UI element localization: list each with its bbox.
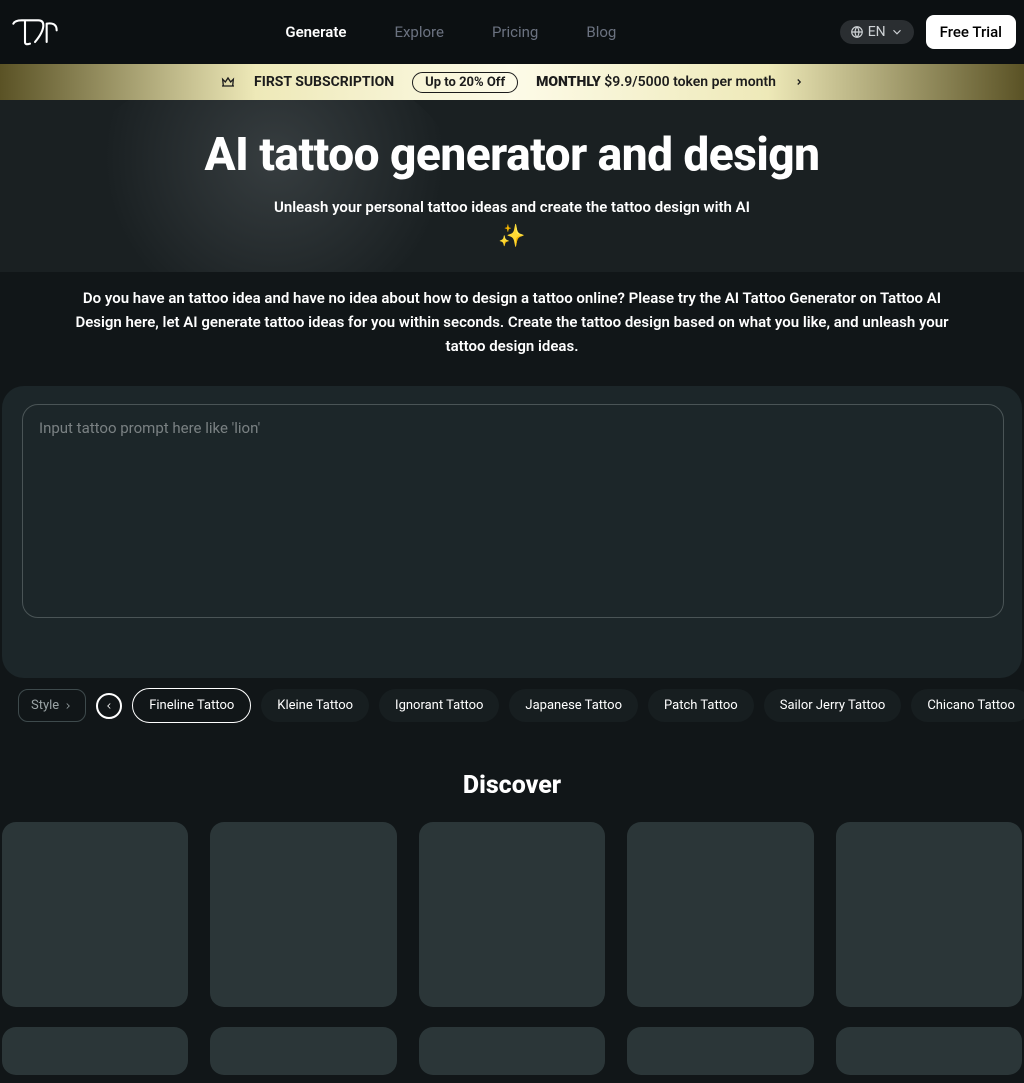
prompt-input[interactable] <box>39 419 987 599</box>
style-filter-label: Style <box>31 698 59 713</box>
style-chip-sailor-jerry[interactable]: Sailor Jerry Tattoo <box>764 689 902 722</box>
page-title: AI tattoo generator and design <box>204 128 819 182</box>
globe-icon <box>850 25 864 39</box>
promo-banner[interactable]: FIRST SUBSCRIPTION Up to 20% Off MONTHLY… <box>0 64 1024 100</box>
hero: AI tattoo generator and design Unleash y… <box>0 100 1024 272</box>
language-switcher[interactable]: EN <box>840 20 914 44</box>
style-chip-patch[interactable]: Patch Tattoo <box>648 689 754 722</box>
discover-card[interactable] <box>2 1027 188 1075</box>
nav-explore[interactable]: Explore <box>394 19 444 45</box>
style-chip-ignorant[interactable]: Ignorant Tattoo <box>379 689 499 722</box>
nav-pricing[interactable]: Pricing <box>492 19 538 45</box>
chevron-right-icon <box>794 77 804 87</box>
styles-prev-button[interactable] <box>96 693 122 719</box>
discover-card[interactable] <box>210 822 396 1007</box>
discover-card[interactable] <box>627 1027 813 1075</box>
promo-monthly-label: MONTHLY <box>536 74 601 90</box>
nav-blog[interactable]: Blog <box>586 19 616 45</box>
promo-discount-badge: Up to 20% Off <box>412 72 518 93</box>
language-label: EN <box>868 24 886 40</box>
discover-card[interactable] <box>210 1027 396 1075</box>
promo-monthly-rest: $9.9/5000 token per month <box>604 74 776 90</box>
prompt-panel <box>2 386 1022 678</box>
logo[interactable] <box>8 12 62 52</box>
primary-nav: Generate Explore Pricing Blog <box>285 19 616 45</box>
promo-monthly: MONTHLY $9.9/5000 token per month <box>536 74 776 90</box>
discover-card[interactable] <box>419 822 605 1007</box>
sparkle-icon: ✨ <box>498 224 525 249</box>
crown-icon <box>220 74 236 90</box>
style-chip-chicano[interactable]: Chicano Tattoo <box>911 689 1024 722</box>
page-subtitle: Unleash your personal tattoo ideas and c… <box>274 198 750 216</box>
discover-card[interactable] <box>2 822 188 1007</box>
style-chip-kleine[interactable]: Kleine Tattoo <box>261 689 369 722</box>
promo-first-sub: FIRST SUBSCRIPTION <box>254 74 394 90</box>
chevron-left-icon <box>104 701 114 711</box>
free-trial-button[interactable]: Free Trial <box>926 15 1016 49</box>
style-chip-japanese[interactable]: Japanese Tattoo <box>509 689 638 722</box>
chevron-right-icon <box>63 701 73 711</box>
style-chip-fineline[interactable]: Fineline Tattoo <box>132 688 251 723</box>
discover-card[interactable] <box>836 1027 1022 1075</box>
header: Generate Explore Pricing Blog EN Free Tr… <box>0 0 1024 64</box>
discover-heading: Discover <box>0 771 1024 800</box>
discover-card[interactable] <box>419 1027 605 1075</box>
description: Do you have an tattoo idea and have no i… <box>0 272 1024 378</box>
discover-card[interactable] <box>627 822 813 1007</box>
style-filter-button[interactable]: Style <box>18 689 86 722</box>
discover-grid <box>0 822 1024 1083</box>
nav-generate[interactable]: Generate <box>285 19 346 45</box>
prompt-box <box>22 404 1004 618</box>
discover-card[interactable] <box>836 822 1022 1007</box>
chevron-down-icon <box>890 25 904 39</box>
style-row: Style Fineline Tattoo Kleine Tattoo Igno… <box>0 688 1024 745</box>
